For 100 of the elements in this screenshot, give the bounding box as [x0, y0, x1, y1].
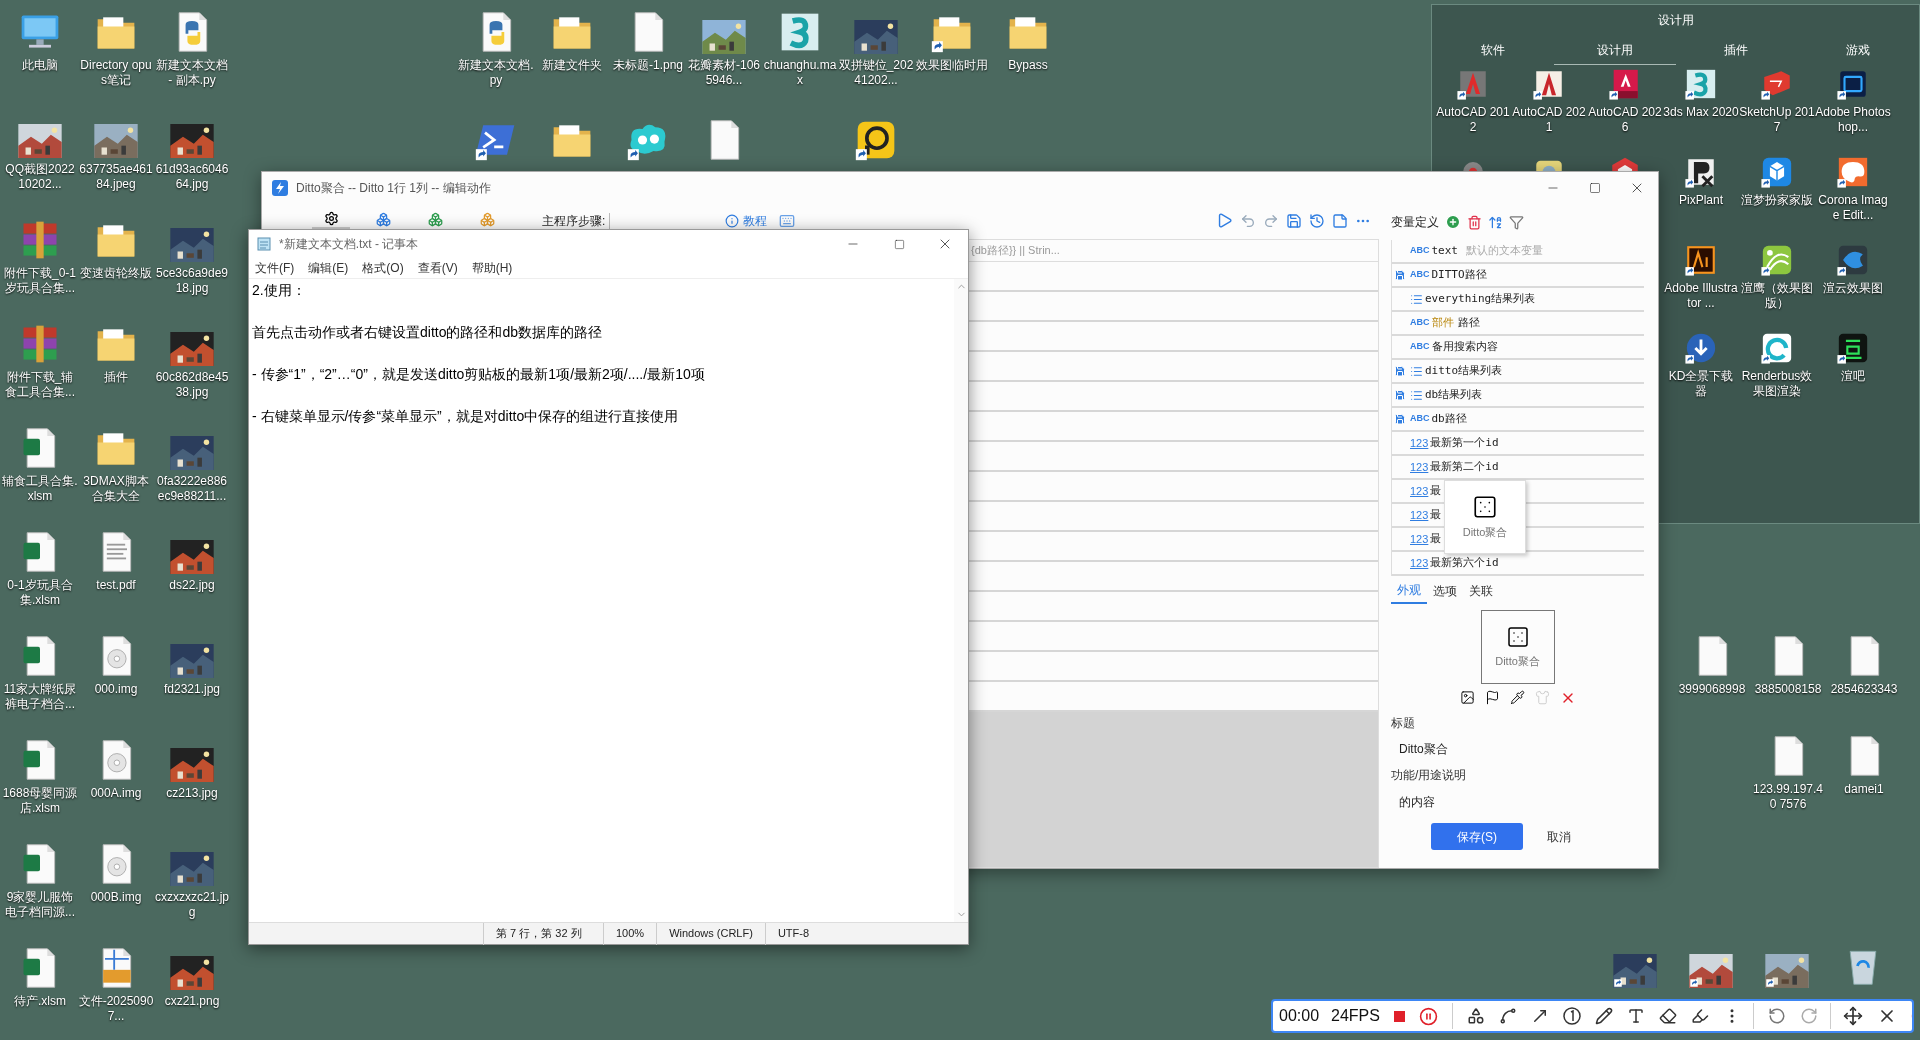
icon-label[interactable]: 渲鹰（效果图版）: [1739, 281, 1815, 311]
icon-label[interactable]: 双拼键位_20241202...: [838, 58, 914, 88]
fence-tab[interactable]: 软件: [1432, 41, 1554, 65]
icon-label[interactable]: AutoCAD 2026: [1587, 105, 1663, 135]
icon-label[interactable]: 渲吧: [1815, 369, 1891, 384]
preview-label: Ditto聚合: [1495, 653, 1540, 669]
title-field[interactable]: Ditto聚合: [1391, 740, 1644, 758]
save-button[interactable]: 保存(S): [1431, 823, 1523, 850]
icon-label[interactable]: 1688母婴同源店.xlsm: [2, 786, 78, 816]
tag-label: 部件: [1431, 314, 1454, 331]
steps-label: 主程序步骤:: [542, 212, 606, 230]
fence-tab[interactable]: 设计用: [1553, 41, 1676, 65]
icon-label[interactable]: 未标题-1.png: [610, 58, 686, 73]
icon-label[interactable]: ds22.jpg: [154, 578, 230, 593]
icon-label[interactable]: 5ce3c6a9de918.jpg: [154, 266, 230, 296]
frame-rate: 24FPS: [1331, 1006, 1380, 1026]
icon-label[interactable]: cz213.jpg: [154, 786, 230, 801]
variable-item[interactable]: ABC DITTO路径: [1392, 264, 1644, 288]
icon-label[interactable]: Adobe Photoshop...: [1815, 105, 1891, 135]
icon-label[interactable]: Renderbus效果图渲染: [1739, 369, 1815, 399]
variable-item[interactable]: ABC 部件 路径: [1392, 312, 1644, 336]
status-item: UTF-8: [764, 922, 822, 945]
icon-label[interactable]: 3999068998: [1674, 682, 1750, 697]
variable-name: 备用搜索内容: [1431, 338, 1498, 355]
icon-label[interactable]: 附件下载_辅食工具合集...: [2, 370, 78, 400]
type-label: ABC: [1410, 244, 1430, 258]
variable-name: 最: [1430, 530, 1442, 547]
icon-label[interactable]: SketchUp 2017: [1739, 105, 1815, 135]
drag-tile[interactable]: Ditto聚合: [1444, 480, 1526, 554]
icon-label[interactable]: 3885008158: [1750, 682, 1826, 697]
icon-label[interactable]: AutoCAD 2021: [1511, 105, 1587, 135]
icon-label[interactable]: chuanghu.max: [762, 58, 838, 88]
type-label: 123: [1410, 555, 1429, 571]
icon-label[interactable]: 11家大牌纸尿裤电子档合...: [2, 682, 78, 712]
icon-label[interactable]: 61d93ac604664.jpg: [154, 162, 230, 192]
variable-item[interactable]: ABC db路径: [1392, 408, 1644, 432]
icon-label[interactable]: PixPlant: [1663, 193, 1739, 208]
variable-item[interactable]: db结果列表: [1392, 384, 1644, 408]
icon-label[interactable]: 9家婴儿服饰电子档同源...: [2, 890, 78, 920]
icon-label[interactable]: 插件: [78, 370, 154, 385]
icon-label[interactable]: 637735ae46184.jpeg: [78, 162, 154, 192]
tab[interactable]: 选项: [1427, 578, 1463, 604]
tab[interactable]: 关联: [1463, 578, 1499, 604]
icon-label[interactable]: cxz21.png: [154, 994, 230, 1009]
icon-label[interactable]: 新建文件夹: [534, 58, 610, 73]
icon-label[interactable]: 待产.xlsm: [2, 994, 78, 1009]
icon-label[interactable]: 此电脑: [2, 58, 78, 73]
tab[interactable]: 外观: [1391, 578, 1427, 604]
icon-label[interactable]: 0-1岁玩具合集.xlsm: [2, 578, 78, 608]
text-area[interactable]: 2.使用： 首先点击动作或者右键设置ditto的路径和db数据库的路径 - 传参“1”，“2”…“0”，就是发送ditto剪贴板的最新1项/最新2项/..../最新10项 - 右键菜单显示/传参“菜单显示”，就是对ditto中保存的组进行直接使用: [249, 279, 954, 922]
icon-label[interactable]: 变速齿轮终版: [78, 266, 154, 281]
variable-item[interactable]: ABC 备用搜索内容: [1392, 336, 1644, 360]
fence-tab[interactable]: 插件: [1675, 41, 1798, 65]
icon-label[interactable]: 60c862d8e4538.jpg: [154, 370, 230, 400]
variable-item[interactable]: everything结果列表: [1392, 288, 1644, 312]
icon-label[interactable]: 新建文本文档 - 副本.py: [154, 58, 230, 88]
text-line: - 传参“1”，“2”…“0”，就是发送ditto剪贴板的最新1项/最新2项/..../最新10项: [252, 365, 706, 384]
icon-label[interactable]: 附件下载_0-1岁玩具合集...: [2, 266, 78, 296]
icon-label[interactable]: 效果图临时用: [914, 58, 990, 73]
icon-label[interactable]: QQ截图202210202...: [2, 162, 78, 192]
icon-label[interactable]: Bypass: [990, 58, 1066, 73]
variable-item[interactable]: ABC text 默认的文本变量: [1392, 240, 1644, 264]
icon-label[interactable]: 000A.img: [78, 786, 154, 801]
field-label: 标题: [1391, 715, 1416, 732]
description-field[interactable]: 的内容: [1391, 793, 1644, 811]
icon-label[interactable]: 3ds Max 2020: [1663, 105, 1739, 120]
icon-label[interactable]: 3DMAX脚本合集大全: [78, 474, 154, 504]
icon-label[interactable]: Directory opus笔记: [78, 58, 154, 88]
window-title: *新建文本文档.txt - 记事本: [279, 236, 419, 253]
icon-label[interactable]: 辅食工具合集.xlsm: [2, 474, 78, 504]
icon-label[interactable]: 000.img: [78, 682, 154, 697]
icon-label[interactable]: 2854623343: [1826, 682, 1902, 697]
menu-item[interactable]: 文件(F): [255, 259, 295, 277]
variable-item[interactable]: ditto结果列表: [1392, 360, 1644, 384]
icon-label[interactable]: fd2321.jpg: [154, 682, 230, 697]
menu-item[interactable]: 帮助(H): [471, 259, 513, 277]
icon-label[interactable]: cxzxzxzc21.jpg: [154, 890, 230, 920]
fence-tab[interactable]: 游戏: [1797, 41, 1919, 65]
status-item: Windows (CRLF): [656, 922, 765, 945]
icon-label[interactable]: 000B.img: [78, 890, 154, 905]
icon-label[interactable]: 123.99.197.40 7576: [1750, 782, 1826, 812]
type-label: ABC: [1410, 340, 1430, 354]
cancel-button[interactable]: 取消: [1547, 827, 1571, 846]
icon-label[interactable]: Corona Image Edit...: [1815, 193, 1891, 223]
icon-label[interactable]: 渲梦扮家家版: [1739, 193, 1815, 208]
variable-item[interactable]: 123 最新第一个id: [1392, 432, 1644, 456]
icon-label[interactable]: Adobe Illustrator ...: [1663, 281, 1739, 311]
icon-label[interactable]: 新建文本文档.py: [458, 58, 534, 88]
icon-label[interactable]: AutoCAD 2012: [1435, 105, 1511, 135]
tutorial-link[interactable]: 教程: [725, 211, 768, 230]
icon-label[interactable]: 文件-20250907...: [78, 994, 154, 1024]
menu-item[interactable]: 格式(O): [362, 259, 404, 277]
icon-label[interactable]: damei1: [1826, 782, 1902, 797]
icon-label[interactable]: KD全景下载器: [1663, 369, 1739, 399]
menu-item[interactable]: 编辑(E): [308, 259, 349, 277]
icon-label[interactable]: 花瓣素材-1065946...: [686, 58, 762, 88]
icon-label[interactable]: 0fa3222e886ec9e88211...: [154, 474, 230, 504]
menu-item[interactable]: 查看(V): [417, 259, 458, 277]
icon-label[interactable]: 渲云效果图: [1815, 281, 1891, 296]
icon-label[interactable]: test.pdf: [78, 578, 154, 593]
